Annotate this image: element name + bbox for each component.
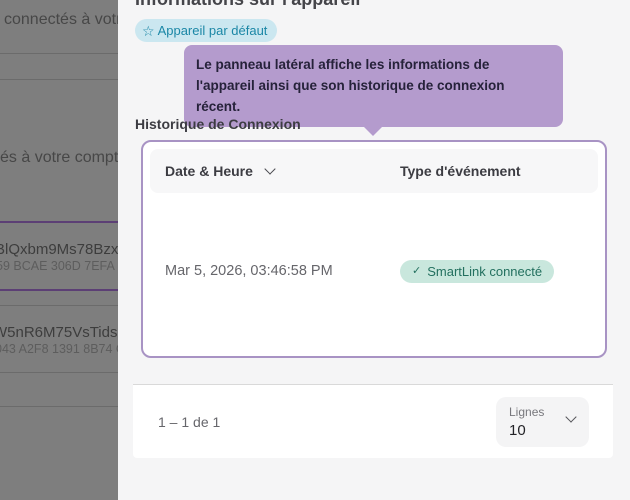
check-icon: ✓ bbox=[412, 266, 421, 277]
event-badge-label: SmartLink connecté bbox=[427, 264, 542, 279]
cell-datetime: Mar 5, 2026, 03:46:58 PM bbox=[150, 263, 385, 279]
panel-title: Informations sur l'appareil bbox=[135, 0, 360, 10]
pagination-range-label: 1 – 1 de 1 bbox=[158, 414, 220, 430]
rows-per-page-select[interactable]: Lignes 10 bbox=[496, 397, 589, 447]
background-divider bbox=[0, 53, 118, 54]
table-body: Mar 5, 2026, 03:46:58 PM ✓ SmartLink con… bbox=[150, 193, 598, 349]
background-device-fingerprint: 043 A2F8 1391 8B74 C bbox=[0, 342, 118, 356]
screen: connectés à votre és à votre compte BlQx… bbox=[0, 0, 630, 500]
default-device-badge: ☆ Appareil par défaut bbox=[135, 19, 277, 42]
table-row[interactable]: Mar 5, 2026, 03:46:58 PM ✓ SmartLink con… bbox=[150, 260, 598, 283]
column-header-date-label: Date & Heure bbox=[165, 163, 253, 179]
tooltip: Le panneau latéral affiche les informati… bbox=[184, 45, 563, 127]
rows-per-page-value: 10 bbox=[509, 422, 589, 439]
background-divider bbox=[0, 79, 118, 80]
background-partial-text: és à votre compte bbox=[0, 149, 118, 167]
background-accent-divider bbox=[0, 221, 118, 223]
background-device-id: BlQxbm9Ms78BzxH bbox=[0, 241, 118, 258]
event-badge: ✓ SmartLink connecté bbox=[400, 260, 554, 283]
column-header-event: Type d'événement bbox=[385, 163, 598, 179]
sort-chevron-down-icon bbox=[264, 163, 275, 174]
background-device-id: W5nR6M75VsTidso3 bbox=[0, 324, 118, 341]
background-divider bbox=[0, 406, 118, 407]
default-device-badge-label: Appareil par défaut bbox=[158, 23, 268, 38]
connection-history-table: Date & Heure Type d'événement Mar 5, 202… bbox=[141, 140, 607, 358]
tooltip-text: Le panneau latéral affiche les informati… bbox=[196, 57, 505, 114]
star-icon: ☆ bbox=[142, 24, 155, 38]
background-partial-text: connectés à votre bbox=[4, 11, 118, 29]
overlay-scrim[interactable]: connectés à votre és à votre compte BlQx… bbox=[0, 0, 118, 500]
table-header-row: Date & Heure Type d'événement bbox=[150, 149, 598, 193]
column-header-event-label: Type d'événement bbox=[400, 163, 521, 179]
history-heading: Historique de Connexion bbox=[135, 116, 301, 132]
background-divider bbox=[0, 305, 118, 306]
tooltip-arrow bbox=[363, 126, 383, 136]
column-header-date[interactable]: Date & Heure bbox=[150, 163, 385, 179]
pagination-footer: 1 – 1 de 1 Lignes 10 bbox=[133, 384, 613, 458]
background-accent-divider bbox=[0, 289, 118, 291]
cell-event: ✓ SmartLink connecté bbox=[385, 260, 598, 283]
background-device-fingerprint: 59 BCAE 306D 7EFA 0 bbox=[0, 259, 118, 273]
background-divider bbox=[0, 372, 118, 373]
